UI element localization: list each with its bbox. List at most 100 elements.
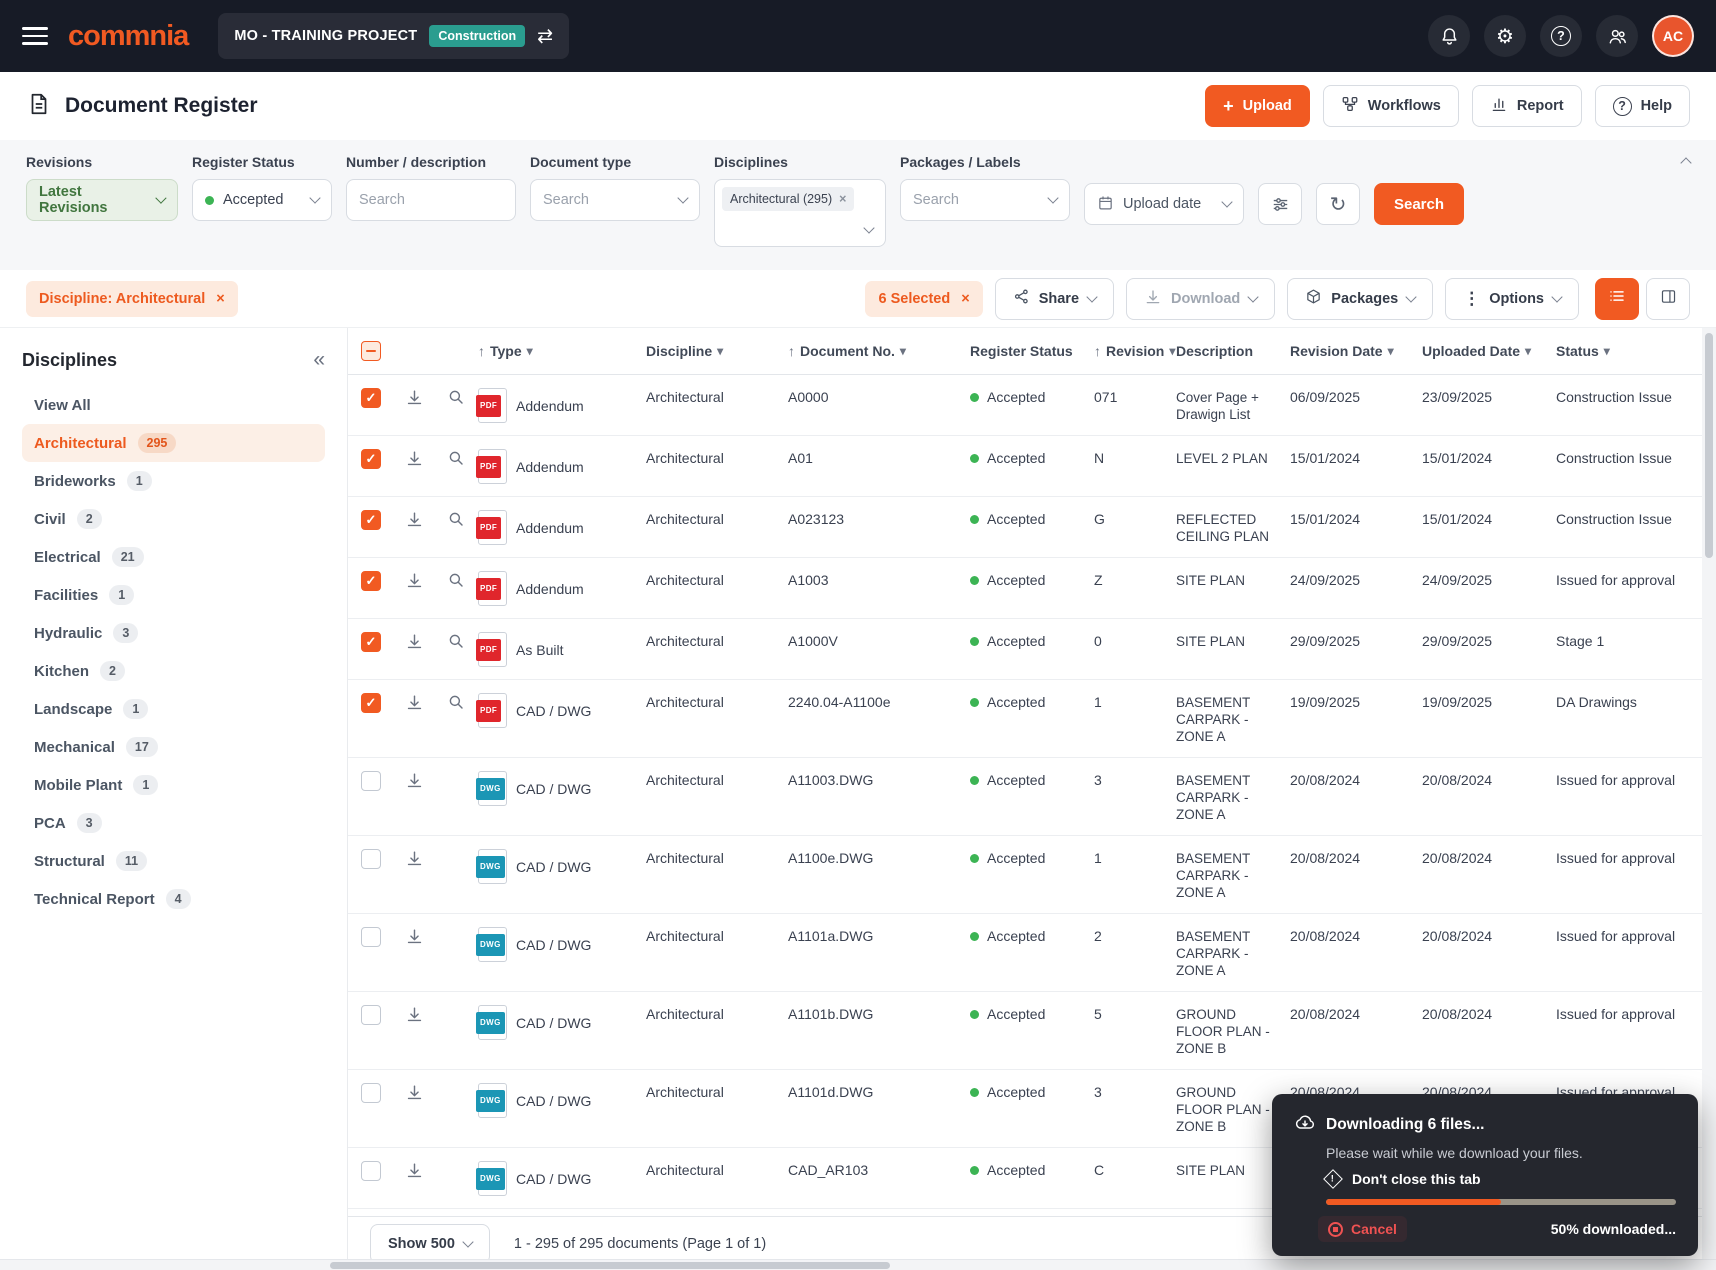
download-button[interactable]: Download — [1126, 277, 1276, 320]
packages-button[interactable]: Packages — [1287, 277, 1434, 320]
row-preview-icon[interactable] — [447, 449, 465, 467]
row-download-icon[interactable] — [405, 1083, 424, 1102]
column-header[interactable]: Description — [1176, 343, 1290, 359]
refresh-icon-button[interactable]: ↻ — [1316, 183, 1360, 225]
column-header[interactable]: Revision Date ▾ — [1290, 343, 1422, 359]
doc-number[interactable]: A1101a.DWG — [788, 927, 873, 945]
help-icon[interactable]: ? — [1540, 15, 1582, 57]
sidebar-item[interactable]: Structural 11 — [22, 842, 325, 880]
sidebar-item[interactable]: Civil 2 — [22, 500, 325, 538]
sidebar-item[interactable]: Landscape 1 — [22, 690, 325, 728]
row-preview-icon[interactable] — [447, 510, 465, 528]
row-download-icon[interactable] — [405, 927, 424, 946]
sidebar-item[interactable]: Brideworks 1 — [22, 462, 325, 500]
row-download-icon[interactable] — [405, 571, 424, 590]
list-view-button[interactable] — [1595, 277, 1639, 320]
column-header[interactable]: ↑ Type ▾ — [478, 343, 646, 359]
doc-number[interactable]: A1100e.DWG — [788, 849, 873, 867]
hamburger-menu-icon[interactable] — [22, 22, 48, 50]
document-type-select[interactable]: Search — [530, 179, 700, 221]
doc-number[interactable]: CAD_AR103 — [788, 1161, 868, 1179]
number-description-input[interactable] — [346, 179, 516, 221]
split-view-button[interactable] — [1646, 277, 1690, 320]
horizontal-scrollbar[interactable] — [0, 1259, 1716, 1270]
project-selector[interactable]: MO - TRAINING PROJECT Construction ⇄ — [218, 13, 570, 59]
row-download-icon[interactable] — [405, 632, 424, 651]
row-download-icon[interactable] — [405, 1005, 424, 1024]
report-button[interactable]: Report — [1471, 85, 1582, 127]
row-checkbox[interactable] — [361, 849, 381, 869]
doc-number[interactable]: A023123 — [788, 510, 844, 528]
row-checkbox[interactable]: ✓ — [361, 388, 381, 408]
packages-labels-select[interactable]: Search — [900, 179, 1070, 221]
row-checkbox[interactable]: ✓ — [361, 449, 381, 469]
column-header[interactable]: Register Status — [970, 343, 1094, 359]
sidebar-item[interactable]: PCA 3 — [22, 804, 325, 842]
sidebar-item[interactable]: Electrical 21 — [22, 538, 325, 576]
switch-project-icon[interactable]: ⇄ — [537, 27, 553, 46]
remove-filter-icon[interactable]: × — [216, 291, 224, 307]
filter-sliders-button[interactable] — [1258, 183, 1302, 225]
row-checkbox[interactable]: ✓ — [361, 632, 381, 652]
row-preview-icon[interactable] — [447, 571, 465, 589]
row-checkbox[interactable] — [361, 1005, 381, 1025]
vertical-scrollbar[interactable] — [1702, 328, 1716, 1270]
sidebar-item[interactable]: Mechanical 17 — [22, 728, 325, 766]
column-header[interactable]: Uploaded Date ▾ — [1422, 343, 1556, 359]
contacts-icon[interactable] — [1596, 15, 1638, 57]
page-size-select[interactable]: Show 500 — [370, 1223, 490, 1264]
revisions-select[interactable]: Latest Revisions — [26, 179, 178, 221]
column-header[interactable]: ↑ Document No. ▾ — [788, 343, 970, 359]
sidebar-item-view-all[interactable]: View All — [22, 386, 325, 424]
doc-number[interactable]: A1000V — [788, 632, 838, 650]
row-download-icon[interactable] — [405, 449, 424, 468]
row-checkbox[interactable]: ✓ — [361, 693, 381, 713]
row-download-icon[interactable] — [405, 771, 424, 790]
workflows-button[interactable]: Workflows — [1322, 85, 1459, 127]
row-preview-icon[interactable] — [447, 388, 465, 406]
sidebar-item[interactable]: Kitchen 2 — [22, 652, 325, 690]
doc-number[interactable]: A1101b.DWG — [788, 1005, 873, 1023]
sidebar-item[interactable]: Architectural 295 — [22, 424, 325, 462]
row-checkbox[interactable]: ✓ — [361, 510, 381, 530]
row-checkbox[interactable]: ✓ — [361, 571, 381, 591]
row-checkbox[interactable] — [361, 927, 381, 947]
row-download-icon[interactable] — [405, 693, 424, 712]
row-preview-icon[interactable] — [447, 693, 465, 711]
select-all-checkbox[interactable] — [361, 341, 381, 361]
row-preview-icon[interactable] — [447, 632, 465, 650]
help-button[interactable]: ? Help — [1594, 85, 1690, 127]
upload-date-picker[interactable]: Upload date — [1084, 183, 1244, 225]
row-download-icon[interactable] — [405, 388, 424, 407]
column-header[interactable]: ↑ Revision ▾ — [1094, 343, 1176, 359]
options-button[interactable]: ⋮ Options — [1445, 277, 1579, 320]
scrollbar-thumb[interactable] — [1705, 333, 1713, 558]
disciplines-multiselect[interactable]: Architectural (295) × — [714, 179, 886, 247]
collapse-sidebar-icon[interactable]: « — [313, 348, 325, 372]
row-download-icon[interactable] — [405, 849, 424, 868]
upload-button[interactable]: + Upload — [1205, 85, 1310, 127]
settings-gear-icon[interactable]: ⚙ — [1484, 15, 1526, 57]
column-header[interactable]: Discipline ▾ — [646, 343, 788, 359]
row-download-icon[interactable] — [405, 510, 424, 529]
row-checkbox[interactable] — [361, 771, 381, 791]
row-checkbox[interactable] — [361, 1161, 381, 1181]
doc-number[interactable]: A0000 — [788, 388, 828, 406]
search-button[interactable]: Search — [1374, 183, 1464, 225]
collapse-filters-chevron-icon[interactable] — [1680, 157, 1692, 169]
sidebar-item[interactable]: Technical Report 4 — [22, 880, 325, 918]
cancel-download-button[interactable]: Cancel — [1318, 1216, 1407, 1242]
row-checkbox[interactable] — [361, 1083, 381, 1103]
clear-selection-icon[interactable]: × — [961, 291, 969, 307]
sidebar-item[interactable]: Mobile Plant 1 — [22, 766, 325, 804]
row-download-icon[interactable] — [405, 1161, 424, 1180]
doc-number[interactable]: A01 — [788, 449, 813, 467]
scrollbar-thumb[interactable] — [330, 1262, 890, 1269]
sidebar-item[interactable]: Facilities 1 — [22, 576, 325, 614]
doc-number[interactable]: A1101d.DWG — [788, 1083, 873, 1101]
notifications-bell-icon[interactable] — [1428, 15, 1470, 57]
register-status-select[interactable]: Accepted — [192, 179, 332, 221]
column-header[interactable]: Status ▾ — [1556, 343, 1716, 359]
sidebar-item[interactable]: Hydraulic 3 — [22, 614, 325, 652]
doc-number[interactable]: A11003.DWG — [788, 771, 873, 789]
